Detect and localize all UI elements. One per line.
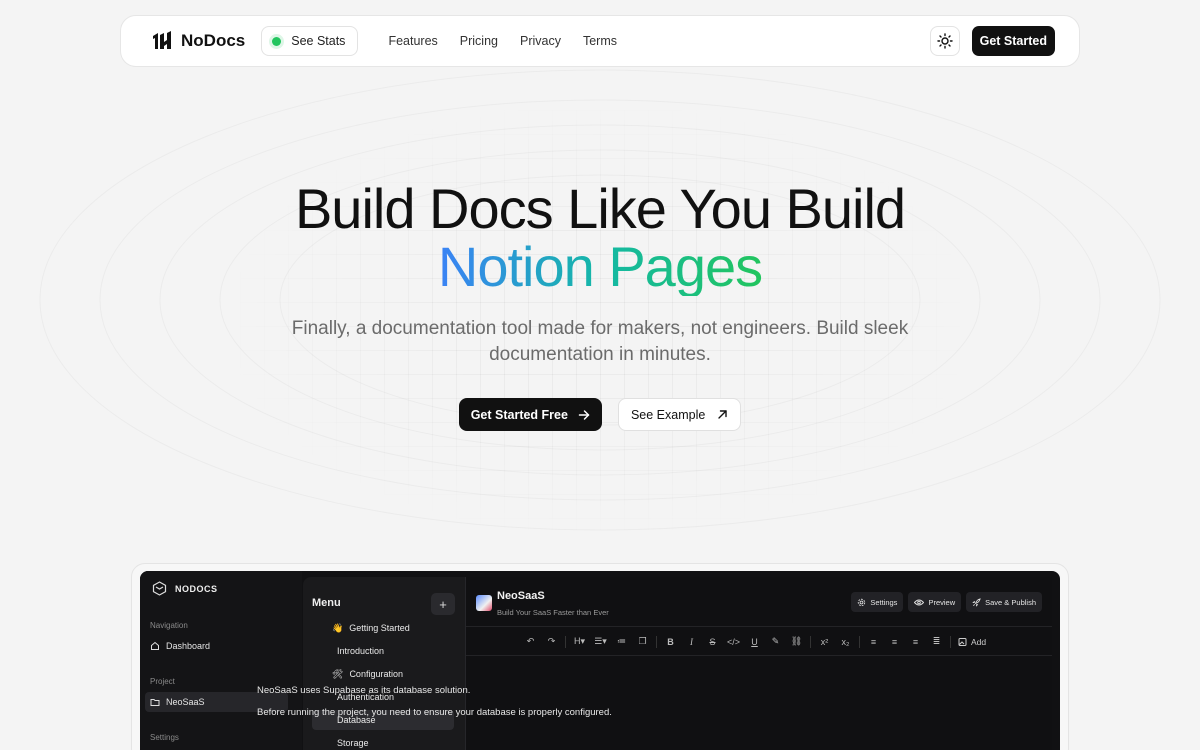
nav-actions: Get Started xyxy=(929,26,1055,56)
settings-button[interactable]: Settings xyxy=(851,592,904,612)
theme-toggle-button[interactable] xyxy=(929,26,960,56)
menu-item-label: Configuration xyxy=(349,669,403,679)
eye-icon xyxy=(914,599,925,605)
add-page-button[interactable]: + xyxy=(431,593,455,615)
get-started-button[interactable]: Get Started xyxy=(971,26,1055,56)
app-brand-name: NODOCS xyxy=(175,583,218,594)
preview-button[interactable]: Preview xyxy=(908,592,962,612)
align-left-icon[interactable]: ≡ xyxy=(863,637,884,647)
image-add-icon xyxy=(958,637,967,646)
menu-group-getting-started[interactable]: 👋 Getting Started xyxy=(312,618,454,638)
ordered-list-icon[interactable]: ≔ xyxy=(611,636,632,647)
toolbar-divider xyxy=(810,635,811,648)
hero-section: Build Docs Like You Build Notion Pages F… xyxy=(0,180,1200,431)
brand-name: NoDocs xyxy=(181,31,246,50)
nav-links: Features Pricing Privacy Terms xyxy=(388,34,617,48)
sun-icon xyxy=(936,33,953,49)
doc-paragraph[interactable]: NeoSaaS uses Supabase as its database so… xyxy=(257,683,617,699)
nav-link-features[interactable]: Features xyxy=(388,34,437,48)
gear-icon xyxy=(858,598,866,606)
sidebar-project-label: Project xyxy=(150,677,175,686)
see-example-button[interactable]: See Example xyxy=(617,398,742,431)
arrow-right-icon xyxy=(578,409,590,420)
settings-label: Settings xyxy=(870,597,898,607)
subscript-icon[interactable]: x₂ xyxy=(835,637,856,647)
add-block-label: Add xyxy=(971,636,987,647)
arrow-up-right-icon xyxy=(718,410,728,419)
sidebar-settings-label: Settings xyxy=(150,733,179,742)
toolbar-divider xyxy=(950,635,951,648)
hero-cta-row: Get Started Free See Example xyxy=(0,398,1200,431)
link-icon[interactable]: ⛓ xyxy=(786,636,807,647)
hero-title-line2: Notion Pages xyxy=(437,235,763,298)
align-justify-icon[interactable]: ≣ xyxy=(926,636,947,647)
hero-subtitle: Finally, a documentation tool made for m… xyxy=(291,318,909,365)
home-icon xyxy=(151,641,159,650)
tools-emoji-icon: 🛠 xyxy=(332,668,344,679)
rocket-icon xyxy=(972,597,981,607)
save-publish-button[interactable]: Save & Publish xyxy=(966,592,1042,612)
menu-item-storage[interactable]: Storage xyxy=(312,733,454,750)
wave-emoji-icon: 👋 xyxy=(332,622,344,633)
see-stats-button[interactable]: See Stats xyxy=(261,26,359,56)
see-example-label: See Example xyxy=(630,407,706,422)
save-publish-label: Save & Publish xyxy=(985,597,1036,607)
code-icon[interactable]: </> xyxy=(723,637,744,647)
menu-item-label: Getting Started xyxy=(349,623,410,633)
nodocs-logo-icon xyxy=(153,31,171,49)
editor-header: NeoSaaS Build Your SaaS Faster than Ever… xyxy=(466,577,1052,627)
doc-paragraph[interactable]: Before running the project, you need to … xyxy=(257,705,617,721)
sidebar-item-dashboard[interactable]: Dashboard xyxy=(145,636,288,656)
menu-group-configuration[interactable]: 🛠 Configuration xyxy=(312,664,454,684)
align-right-icon[interactable]: ≡ xyxy=(905,637,926,647)
preview-label: Preview xyxy=(928,597,956,607)
get-started-free-button[interactable]: Get Started Free xyxy=(458,398,602,431)
bold-icon[interactable]: B xyxy=(660,637,681,647)
hero-title-line1: Build Docs Like You Build xyxy=(294,177,906,240)
get-started-free-label: Get Started Free xyxy=(470,407,568,422)
italic-icon[interactable]: I xyxy=(681,637,702,647)
doc-title[interactable]: NeoSaaS xyxy=(497,590,545,602)
doc-subtitle[interactable]: Build Your SaaS Faster than Ever xyxy=(497,608,609,617)
folder-icon xyxy=(150,699,160,706)
nav-link-privacy[interactable]: Privacy xyxy=(520,34,561,48)
app-preview: NODOCS Navigation Dashboard Project NeoS… xyxy=(140,571,1060,750)
editor-toolbar: ↶ ↷ H▾ ☰▾ ≔ ❐ B I S </> U ✎ ⛓ x² x₂ ≡ ≡ … xyxy=(466,628,1052,656)
list-dropdown-icon[interactable]: ☰▾ xyxy=(590,636,611,647)
underline-icon[interactable]: U xyxy=(744,637,765,647)
align-center-icon[interactable]: ≡ xyxy=(884,637,905,647)
editor-actions: Settings Preview Save & Publish xyxy=(851,592,1042,612)
quote-icon[interactable]: ❐ xyxy=(632,636,653,647)
add-block-button[interactable]: Add xyxy=(958,637,986,647)
highlight-icon[interactable]: ✎ xyxy=(765,636,786,647)
undo-icon[interactable]: ↶ xyxy=(520,636,541,647)
heading-dropdown-icon[interactable]: H▾ xyxy=(569,636,590,647)
superscript-icon[interactable]: x² xyxy=(814,637,835,647)
nav-link-pricing[interactable]: Pricing xyxy=(460,34,498,48)
sidebar-navigation-label: Navigation xyxy=(150,621,188,630)
redo-icon[interactable]: ↷ xyxy=(541,636,562,647)
hexagon-logo-icon xyxy=(152,581,167,596)
nav-link-terms[interactable]: Terms xyxy=(583,34,617,48)
toolbar-divider xyxy=(859,635,860,648)
doc-logo-icon xyxy=(476,595,492,611)
brand-logo[interactable]: NoDocs xyxy=(151,30,245,52)
sidebar-item-label: Dashboard xyxy=(166,641,211,651)
see-stats-label: See Stats xyxy=(291,34,346,48)
menu-title: Menu xyxy=(312,597,341,609)
toolbar-divider xyxy=(656,635,657,648)
sidebar-item-label: NeoSaaS xyxy=(166,697,205,707)
strikethrough-icon[interactable]: S xyxy=(702,637,723,647)
status-dot-icon xyxy=(272,36,282,46)
toolbar-divider xyxy=(565,635,566,648)
menu-item-introduction[interactable]: Introduction xyxy=(312,641,454,661)
editor-content[interactable]: NeoSaaS uses Supabase as its database so… xyxy=(257,683,617,727)
app-brand: NODOCS xyxy=(152,581,218,596)
top-navbar: NoDocs See Stats Features Pricing Privac… xyxy=(120,15,1080,67)
